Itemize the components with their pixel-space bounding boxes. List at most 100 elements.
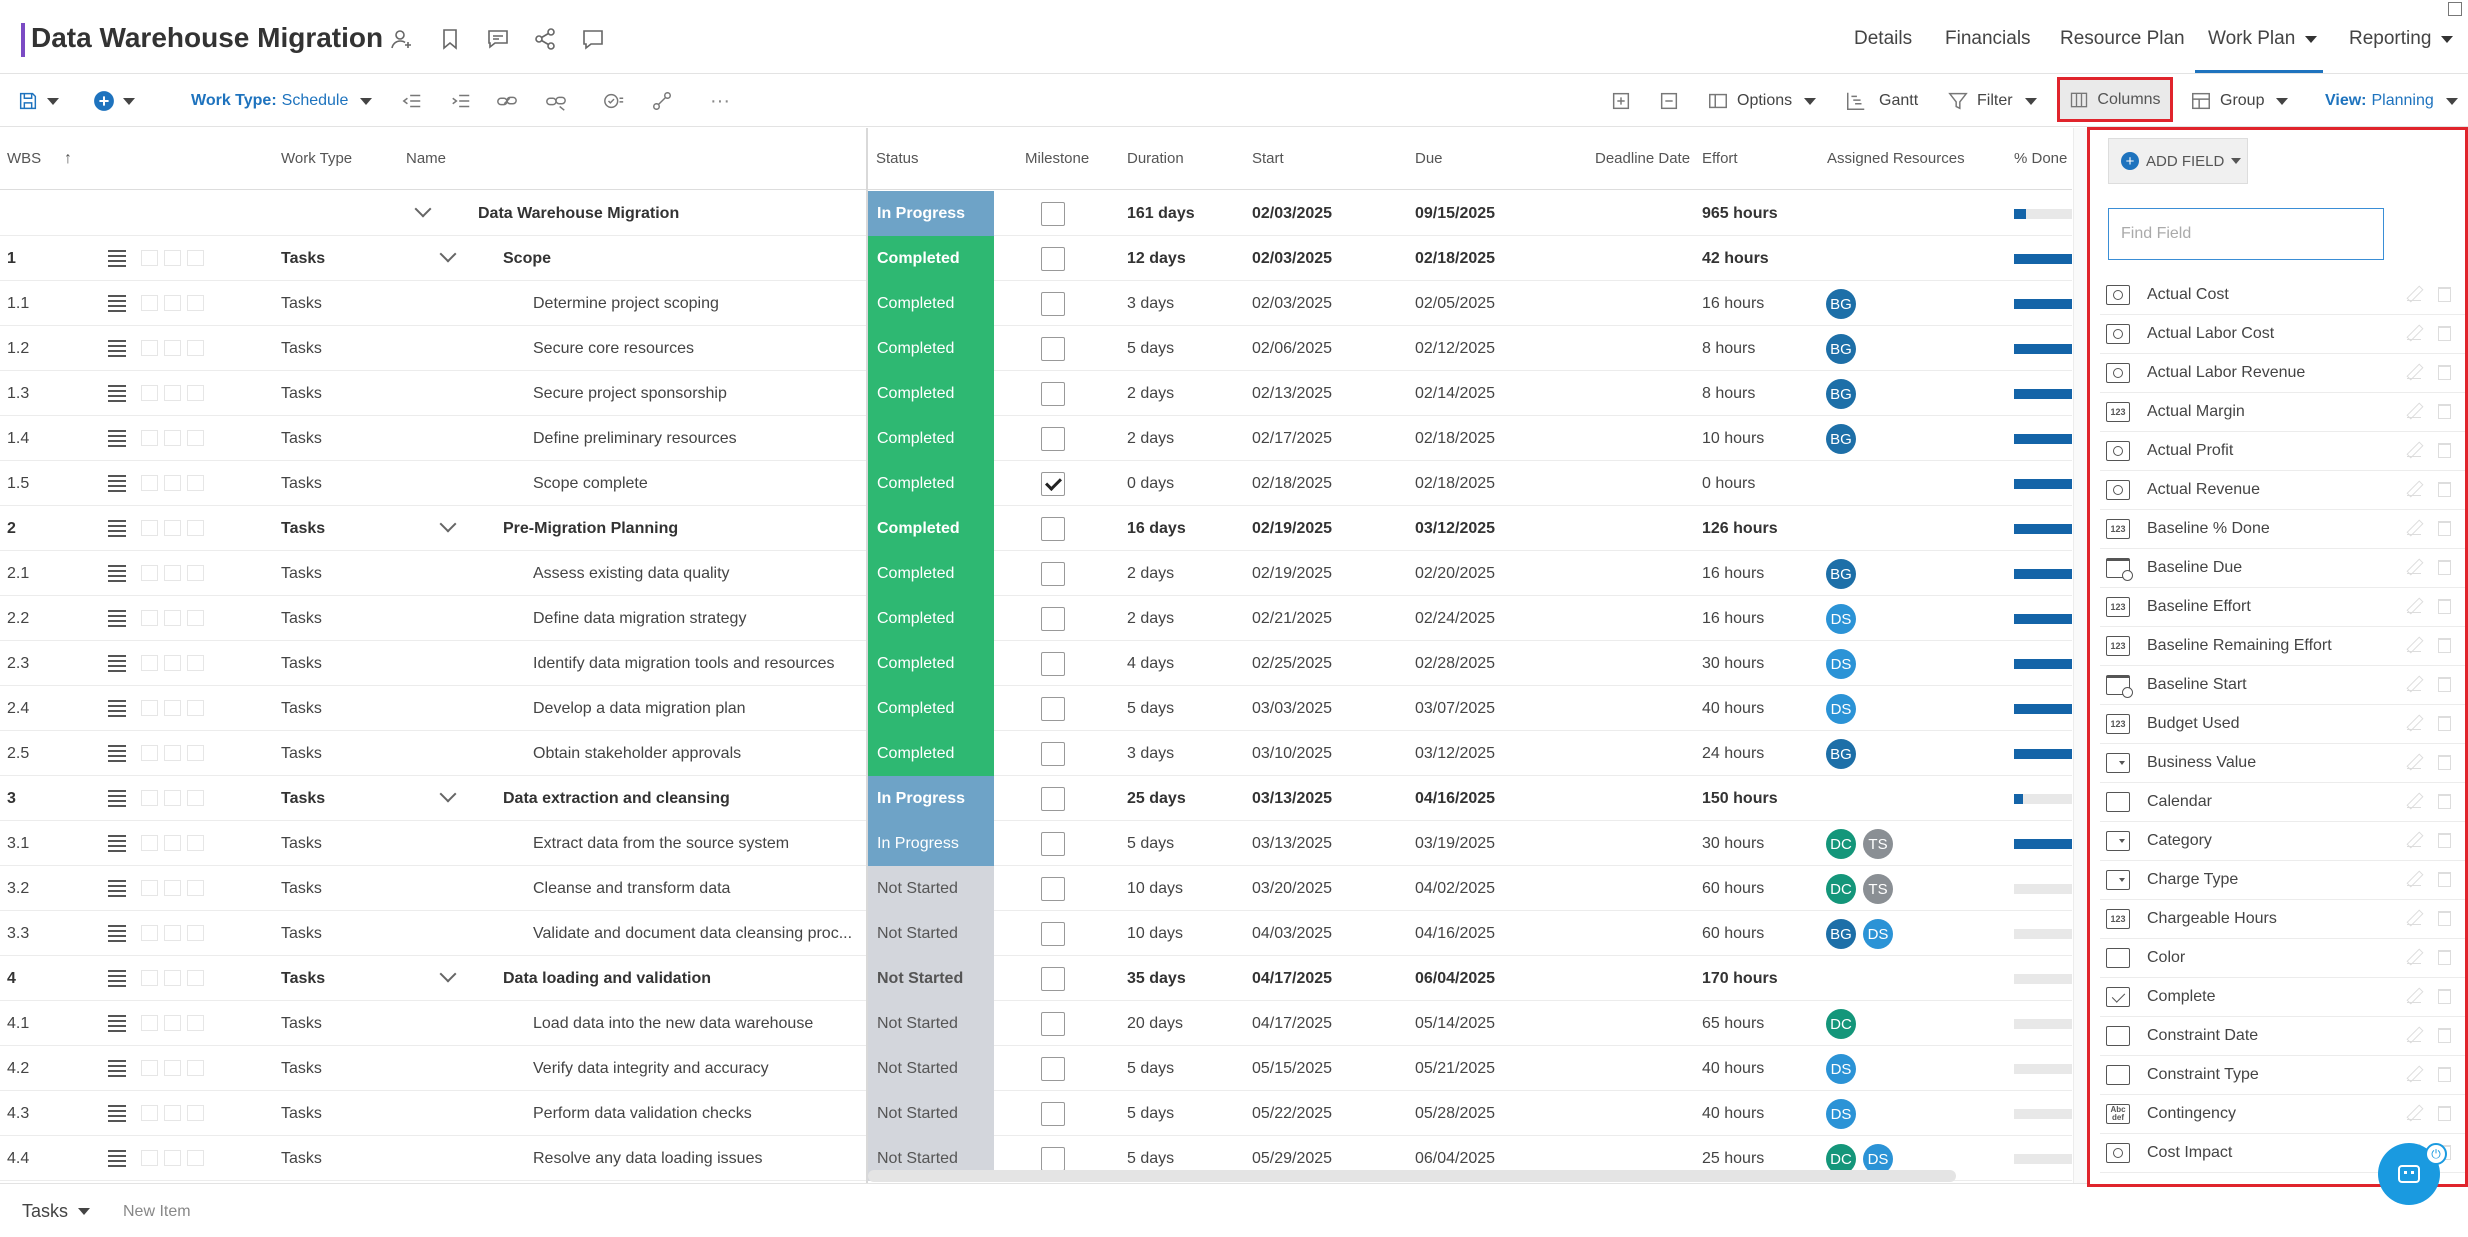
milestone-checkbox[interactable] <box>1041 427 1065 451</box>
edit-icon[interactable] <box>2407 794 2421 808</box>
avatar[interactable]: BG <box>1826 559 1856 589</box>
edit-icon[interactable] <box>2407 1028 2421 1042</box>
trash-icon[interactable] <box>2438 560 2451 575</box>
duration-cell[interactable]: 5 days <box>1127 686 1174 731</box>
row-menu-icon[interactable] <box>108 925 126 942</box>
due-cell[interactable]: 02/18/2025 <box>1415 461 1495 506</box>
start-cell[interactable]: 03/13/2025 <box>1252 776 1332 821</box>
collapse-chevron-icon[interactable] <box>439 785 457 803</box>
row-action-icons[interactable] <box>141 610 211 626</box>
edit-icon[interactable] <box>2407 443 2421 457</box>
table-row[interactable]: 4.2 Tasks Verify data integrity and accura… <box>0 1046 2072 1091</box>
add-field-button[interactable]: + ADD FIELD <box>2108 138 2248 184</box>
options-button[interactable]: Options <box>1707 75 1817 127</box>
start-cell[interactable]: 02/18/2025 <box>1252 461 1332 506</box>
milestone-checkbox[interactable] <box>1041 607 1065 631</box>
due-cell[interactable]: 02/18/2025 <box>1415 416 1495 461</box>
avatar[interactable]: BG <box>1826 334 1856 364</box>
name-cell[interactable]: Resolve any data loading issues <box>533 1136 862 1181</box>
trash-icon[interactable] <box>2438 677 2451 692</box>
edit-icon[interactable] <box>2407 716 2421 730</box>
trash-icon[interactable] <box>2438 1106 2451 1121</box>
trash-icon[interactable] <box>2438 833 2451 848</box>
avatar[interactable]: DS <box>1826 694 1856 724</box>
edit-icon[interactable] <box>2407 482 2421 496</box>
start-cell[interactable]: 04/17/2025 <box>1252 956 1332 1001</box>
status-badge[interactable]: Completed <box>868 326 994 371</box>
field-list-item[interactable]: 123 Baseline Remaining Effort <box>2100 627 2465 666</box>
trash-icon[interactable] <box>2438 521 2451 536</box>
duration-cell[interactable]: 12 days <box>1127 236 1186 281</box>
header-start[interactable]: Start <box>1252 150 1284 167</box>
name-cell[interactable]: Data loading and validation <box>503 956 862 1001</box>
row-menu-icon[interactable] <box>108 745 126 762</box>
status-badge[interactable]: Completed <box>868 731 994 776</box>
start-cell[interactable]: 03/10/2025 <box>1252 731 1332 776</box>
header-effort[interactable]: Effort <box>1702 150 1738 167</box>
table-row[interactable]: 1.3 Tasks Secure project sponsorship Comple… <box>0 371 2072 416</box>
row-menu-icon[interactable] <box>108 880 126 897</box>
collapse-chevron-icon[interactable] <box>439 245 457 263</box>
status-badge[interactable]: In Progress <box>868 191 994 236</box>
duration-cell[interactable]: 5 days <box>1127 821 1174 866</box>
milestone-checkbox[interactable] <box>1041 337 1065 361</box>
edit-icon[interactable] <box>2407 677 2421 691</box>
status-badge[interactable]: Completed <box>868 461 994 506</box>
collapse-all-button[interactable] <box>1658 75 1680 127</box>
table-row[interactable]: 3.2 Tasks Cleanse and transform data Not St… <box>0 866 2072 911</box>
field-list-item[interactable]: Calendar <box>2100 783 2465 822</box>
duration-cell[interactable]: 3 days <box>1127 281 1174 326</box>
due-cell[interactable]: 02/28/2025 <box>1415 641 1495 686</box>
row-menu-icon[interactable] <box>108 430 126 447</box>
edit-icon[interactable] <box>2407 287 2421 301</box>
header-milestone[interactable]: Milestone <box>1025 150 1089 167</box>
header-wbs[interactable]: WBS <box>7 150 41 167</box>
duration-cell[interactable]: 16 days <box>1127 506 1186 551</box>
field-list-item[interactable]: Complete <box>2100 978 2465 1017</box>
row-action-icons[interactable] <box>141 475 211 491</box>
row-menu-icon[interactable] <box>108 340 126 357</box>
add-item-button[interactable] <box>93 75 135 127</box>
row-menu-icon[interactable] <box>108 1060 126 1077</box>
field-list-item[interactable]: 123 Actual Margin <box>2100 393 2465 432</box>
effort-cell[interactable]: 24 hours <box>1702 731 1764 776</box>
milestone-checkbox[interactable] <box>1041 247 1065 271</box>
field-list-item[interactable]: Abc def Contingency <box>2100 1095 2465 1134</box>
due-cell[interactable]: 03/12/2025 <box>1415 506 1495 551</box>
milestone-checkbox[interactable] <box>1041 1057 1065 1081</box>
row-action-icons[interactable] <box>141 1105 211 1121</box>
edit-icon[interactable] <box>2407 1067 2421 1081</box>
avatar[interactable]: BG <box>1826 424 1856 454</box>
vertical-scrollbar[interactable] <box>2073 128 2087 1183</box>
status-badge[interactable]: Not Started <box>868 866 994 911</box>
indent-button[interactable] <box>450 75 472 127</box>
row-action-icons[interactable] <box>141 385 211 401</box>
row-menu-icon[interactable] <box>108 250 126 267</box>
avatar[interactable]: TS <box>1863 874 1893 904</box>
effort-cell[interactable]: 170 hours <box>1702 956 1778 1001</box>
due-cell[interactable]: 02/14/2025 <box>1415 371 1495 416</box>
effort-cell[interactable]: 16 hours <box>1702 551 1764 596</box>
status-badge[interactable]: In Progress <box>868 821 994 866</box>
status-badge[interactable]: In Progress <box>868 776 994 821</box>
field-list-item[interactable]: Constraint Date <box>2100 1017 2465 1056</box>
name-cell[interactable]: Secure project sponsorship <box>533 371 862 416</box>
effort-cell[interactable]: 40 hours <box>1702 1046 1764 1091</box>
new-item-input[interactable]: New Item <box>123 1203 191 1221</box>
field-list-item[interactable]: Actual Profit <box>2100 432 2465 471</box>
edit-icon[interactable] <box>2407 950 2421 964</box>
unlink-button[interactable] <box>545 75 567 127</box>
name-cell[interactable]: Data Warehouse Migration <box>478 191 862 236</box>
trash-icon[interactable] <box>2438 287 2451 302</box>
nav-reporting[interactable]: Reporting <box>2349 28 2454 50</box>
row-menu-icon[interactable] <box>108 385 126 402</box>
row-menu-icon[interactable] <box>108 700 126 717</box>
effort-cell[interactable]: 65 hours <box>1702 1001 1764 1046</box>
collapse-chevron-icon[interactable] <box>439 515 457 533</box>
due-cell[interactable]: 04/02/2025 <box>1415 866 1495 911</box>
collapse-chevron-icon[interactable] <box>439 965 457 983</box>
start-cell[interactable]: 02/21/2025 <box>1252 596 1332 641</box>
effort-cell[interactable]: 965 hours <box>1702 191 1778 236</box>
avatar[interactable]: BG <box>1826 289 1856 319</box>
row-menu-icon[interactable] <box>108 565 126 582</box>
